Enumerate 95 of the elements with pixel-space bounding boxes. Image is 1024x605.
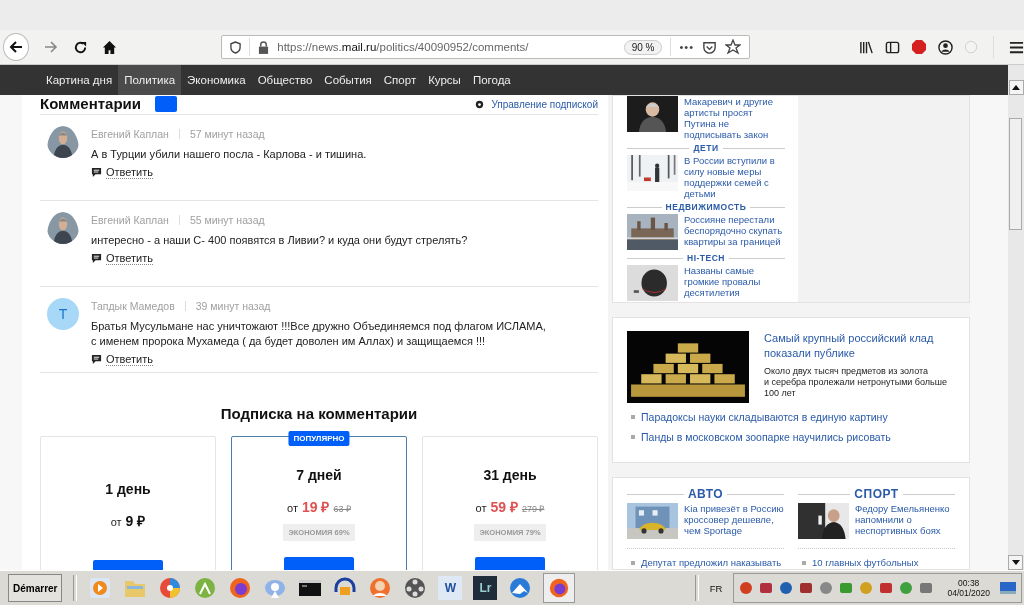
news-headline[interactable]: Россияне перестали беспорядочно скупать квартиры за границей: [684, 214, 785, 247]
plan-price: 59 ₽: [490, 498, 518, 516]
bullet-icon: [802, 560, 806, 565]
person-icon[interactable]: [368, 576, 393, 600]
price-prefix: от: [110, 516, 122, 528]
comment-time: 39 минут назад: [195, 300, 271, 312]
news-link[interactable]: Парадоксы науки складываются в единую картину: [641, 411, 888, 423]
reload-icon[interactable]: [73, 39, 89, 55]
zoom-level[interactable]: 90 %: [623, 39, 663, 55]
nav-tab[interactable]: Общество: [251, 65, 319, 95]
pocket-icon[interactable]: [702, 39, 717, 55]
scroll-down-button[interactable]: [1008, 555, 1023, 570]
caret-up-icon: [1012, 85, 1020, 90]
news-headline[interactable]: Названы самые громкие провалы десятилетия: [684, 265, 785, 298]
comment-time: 55 минут назад: [189, 214, 265, 226]
clock-date[interactable]: 04/01/2020: [947, 588, 990, 598]
bullet-icon: [631, 435, 635, 439]
nav-tab[interactable]: Курсы: [422, 65, 467, 95]
plan-duration: 7 дней: [296, 467, 342, 483]
news-headline[interactable]: Kia привезёт в Россию кроссовер дешевле, чем Sportage: [684, 503, 784, 536]
plan-price: 19 ₽: [301, 498, 330, 516]
caret-down-icon: [1011, 560, 1020, 565]
comment-time: 57 минут назад: [189, 128, 265, 140]
nav-tab[interactable]: Экономика: [181, 65, 252, 95]
scroll-up-button[interactable]: [1008, 80, 1024, 95]
account-icon[interactable]: [938, 39, 953, 55]
lock-icon: [258, 40, 270, 54]
scroll-thumb[interactable]: [1009, 118, 1022, 230]
old-price: 63 ₽: [333, 503, 351, 515]
category-heading[interactable]: ДЕТИ: [693, 143, 719, 153]
comments-heading: Комментарии: [40, 96, 141, 112]
clock-time[interactable]: 00:38: [958, 578, 980, 588]
letter-avatar: Т: [47, 298, 79, 330]
word-processor-icon[interactable]: W: [438, 576, 463, 600]
menu-icon[interactable]: [1009, 39, 1024, 55]
count-badge: [155, 96, 177, 112]
old-price: 279 ₽: [521, 503, 545, 515]
reply-link[interactable]: Ответить: [106, 252, 154, 265]
photo-editor-icon[interactable]: Lr: [473, 576, 498, 600]
category-heading[interactable]: АВТО: [687, 487, 724, 501]
address-bar[interactable]: https://news.mail.ru/politics/40090952/comments/ 90 % •••: [221, 35, 750, 59]
nav-tab[interactable]: Картина дня: [40, 65, 119, 95]
category-heading[interactable]: HI-TECH: [687, 253, 725, 263]
nav-tab[interactable]: События: [318, 65, 378, 95]
plan-price: 9 ₽: [125, 512, 146, 530]
comment-text: интересно - а наши С- 400 появятся в Ливии? и куда они будут стрелять?: [91, 233, 468, 248]
comment-text: Братья Мусульмане нас уничтожают !!!Все дружно Объединяемся под флагом ИСЛАМА, с именем пророка Мухамеда ( да будет доволен им Аллах) и защищаемся !!!: [91, 319, 546, 349]
manage-subscription-link[interactable]: Управление подпиской: [491, 98, 598, 110]
play-icon[interactable]: [88, 576, 113, 600]
reply-link[interactable]: Ответить: [106, 166, 154, 179]
desktop-icon[interactable]: [1000, 581, 1016, 595]
feature-description: Около двух тысяч предметов из золота и серебра пролежали нетронутыми больше 100 лет: [764, 366, 948, 399]
url-text: https://news.mail.ru/politics/40090952/comments/: [277, 41, 530, 53]
reply-link[interactable]: Ответить: [106, 353, 154, 366]
news-link[interactable]: 10 главных футбольных: [812, 557, 919, 568]
comment-text: А в Турции убили нашего посла - Карлова - и тишина.: [91, 147, 367, 162]
speech-bubble-icon: [91, 167, 102, 178]
bullet-icon: [631, 560, 635, 565]
nav-tab[interactable]: Политика: [118, 65, 182, 95]
sidebar-icon[interactable]: [885, 39, 900, 55]
back-button[interactable]: [3, 33, 30, 61]
plan-duration: 31 день: [483, 467, 537, 483]
scrollbar[interactable]: [1008, 95, 1024, 570]
plan-duration: 1 день: [105, 481, 151, 497]
bullet-icon: [631, 415, 635, 419]
news-headline[interactable]: В России вступили в силу новые меры поддержки семей с детьми: [684, 155, 785, 199]
subscription-heading: Подписка на комментарии: [219, 405, 419, 422]
back-arrow-icon: [8, 39, 25, 55]
speech-bubble-icon: [91, 354, 102, 365]
film-reel-icon[interactable]: [403, 576, 428, 600]
home-icon[interactable]: [102, 39, 118, 55]
speech-bubble-icon: [91, 253, 102, 264]
shield-icon: [230, 40, 242, 54]
star-icon[interactable]: [725, 39, 741, 55]
category-heading[interactable]: НЕДВИЖИМОСТЬ: [665, 202, 747, 212]
language-indicator[interactable]: FR: [709, 582, 723, 594]
stop-sign-icon[interactable]: [911, 39, 927, 55]
mountain-icon[interactable]: [508, 576, 533, 600]
price-prefix: от: [475, 502, 487, 514]
color-wheel-icon[interactable]: [158, 576, 183, 600]
forward-icon[interactable]: [43, 39, 60, 55]
page-actions-menu[interactable]: •••: [679, 41, 694, 53]
taskbar-app-button[interactable]: [543, 573, 576, 603]
news-headline[interactable]: Федору Емельяненко напомнили о неспортивных боях: [855, 503, 955, 536]
nav-tab[interactable]: Спорт: [377, 65, 423, 95]
library-icon[interactable]: [859, 39, 874, 55]
news-link[interactable]: Панды в московском зоопарке научились рисовать: [641, 431, 891, 443]
category-heading[interactable]: СПОРТ: [854, 487, 899, 501]
nav-tab[interactable]: Погода: [466, 65, 517, 95]
price-prefix: от: [287, 502, 298, 514]
start-button[interactable]: Démarrer: [8, 574, 63, 602]
news-headline[interactable]: Макаревич и другие артисты просят Путина не подписывать закон: [684, 96, 785, 140]
popular-badge: ПОПУЛЯРНО: [288, 431, 350, 446]
news-link[interactable]: Депутат предложил наказывать: [641, 557, 782, 568]
feature-headline[interactable]: Самый крупный российский клад показали публике: [764, 331, 955, 361]
